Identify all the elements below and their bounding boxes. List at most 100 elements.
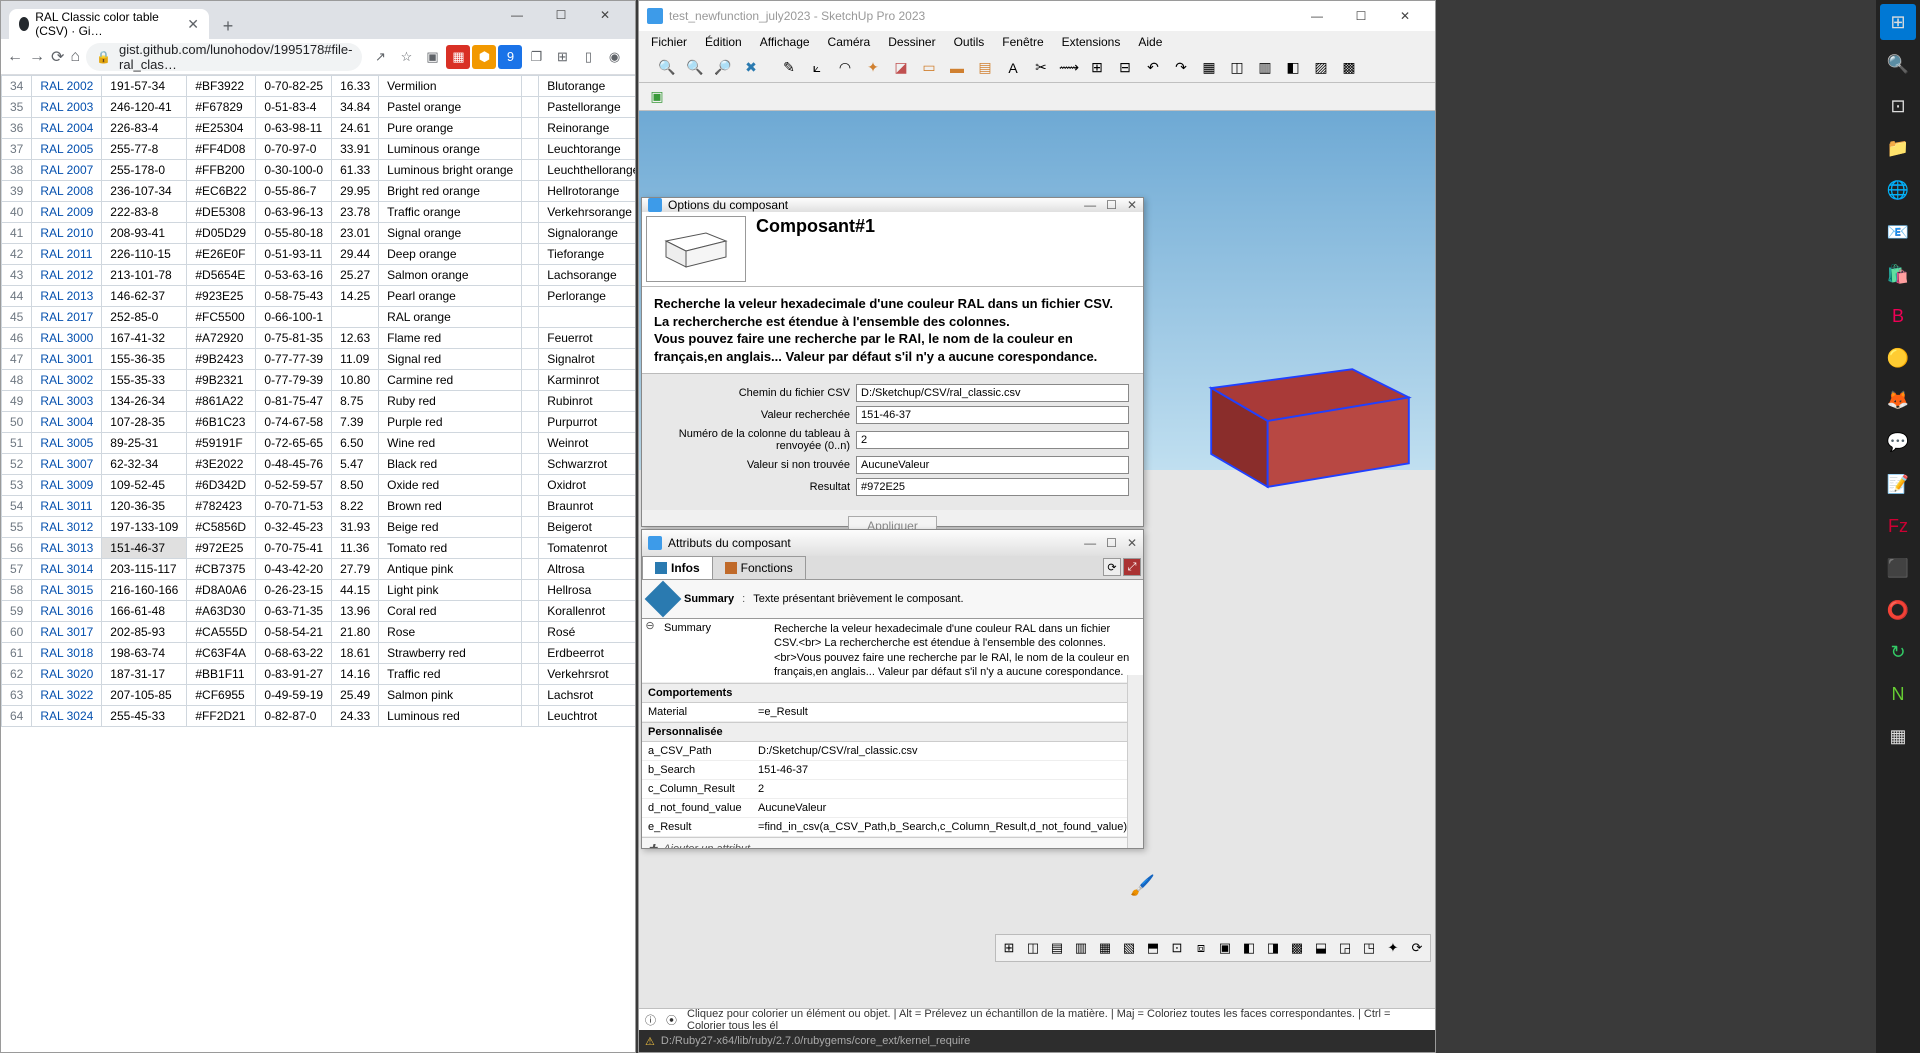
- new-tab-button[interactable]: +: [215, 13, 241, 39]
- minimize-button[interactable]: —: [495, 1, 539, 29]
- ext-red-icon[interactable]: ▦: [446, 45, 470, 69]
- attr-scrollbar[interactable]: [1127, 675, 1143, 848]
- box2-icon[interactable]: ▬: [945, 56, 969, 80]
- tray-icon[interactable]: ◨: [1262, 937, 1284, 959]
- forward-button[interactable]: →: [29, 44, 45, 70]
- profile-icon[interactable]: ◉: [602, 45, 626, 69]
- tool10-icon[interactable]: ▩: [1337, 56, 1361, 80]
- discord-icon[interactable]: 💬: [1880, 424, 1916, 460]
- path-input[interactable]: [856, 384, 1129, 402]
- panel-titlebar[interactable]: Options du composant — ☐ ✕: [642, 198, 1143, 212]
- attr-val-result[interactable]: =find_in_csv(a_CSV_Path,b_Search,c_Colum…: [752, 818, 1143, 836]
- back-button[interactable]: ←: [7, 44, 23, 70]
- tray-icon[interactable]: ◲: [1334, 937, 1356, 959]
- zoom-extents-icon[interactable]: 🔍: [655, 56, 679, 80]
- close-tab-icon[interactable]: ✕: [187, 16, 199, 33]
- minimize-icon[interactable]: —: [1084, 198, 1096, 212]
- notepad-icon[interactable]: N: [1880, 676, 1916, 712]
- undo-icon[interactable]: ↶: [1141, 56, 1165, 80]
- tray-icon[interactable]: ◳: [1358, 937, 1380, 959]
- menu-item[interactable]: Extensions: [1054, 33, 1129, 51]
- ext-box-icon[interactable]: ▯: [576, 45, 600, 69]
- pencil-icon[interactable]: ✎: [777, 56, 801, 80]
- notfound-input[interactable]: [856, 456, 1129, 474]
- share-icon[interactable]: ↗: [368, 45, 392, 69]
- tray-icon[interactable]: ▥: [1070, 937, 1092, 959]
- attr-val-notfound[interactable]: AucuneValeur▤: [752, 799, 1143, 817]
- minimize-icon[interactable]: —: [1084, 536, 1096, 550]
- maximize-icon[interactable]: ☐: [1106, 198, 1117, 212]
- protractor-icon[interactable]: ◠: [833, 56, 857, 80]
- close-button[interactable]: ✕: [583, 1, 627, 29]
- sketchup-viewport[interactable]: 🖌️ Options du composant — ☐ ✕ Composant#…: [639, 111, 1435, 1008]
- redo-icon[interactable]: ↷: [1169, 56, 1193, 80]
- axes-icon[interactable]: ✦: [861, 56, 885, 80]
- expand-icon[interactable]: ⤢: [1123, 558, 1141, 576]
- tab-infos[interactable]: Infos: [642, 556, 713, 579]
- ext-copy-icon[interactable]: ❐: [524, 45, 548, 69]
- ext-orange-icon[interactable]: ⬢: [472, 45, 496, 69]
- box3-icon[interactable]: ▤: [973, 56, 997, 80]
- menu-item[interactable]: Outils: [946, 33, 993, 51]
- star-icon[interactable]: ☆: [394, 45, 418, 69]
- reload-button[interactable]: ⟳: [51, 44, 64, 70]
- tray-icon[interactable]: ⊡: [1166, 937, 1188, 959]
- ext-blue-icon[interactable]: 9: [498, 45, 522, 69]
- minimize-button[interactable]: —: [1295, 2, 1339, 30]
- tray-icon[interactable]: ▣: [1214, 937, 1236, 959]
- edge-icon[interactable]: 🌐: [1880, 172, 1916, 208]
- result-input[interactable]: [856, 478, 1129, 496]
- close-button[interactable]: ✕: [1383, 2, 1427, 30]
- tray-icon[interactable]: ◧: [1238, 937, 1260, 959]
- tray-icon[interactable]: ▦: [1094, 937, 1116, 959]
- tool1-icon[interactable]: ✂: [1029, 56, 1053, 80]
- col-input[interactable]: [856, 431, 1129, 449]
- menu-item[interactable]: Affichage: [752, 33, 818, 51]
- maximize-button[interactable]: ☐: [1339, 2, 1383, 30]
- app-icon[interactable]: ⬛: [1880, 550, 1916, 586]
- attr-val-col[interactable]: 2▤: [752, 780, 1143, 798]
- box-icon[interactable]: ▭: [917, 56, 941, 80]
- attr-val-summary[interactable]: Recherche la veleur hexadecimale d'une c…: [768, 619, 1143, 682]
- collapse-icon[interactable]: ⊖: [642, 619, 658, 632]
- tool4-icon[interactable]: ⊟: [1113, 56, 1137, 80]
- mail-icon[interactable]: 📧: [1880, 214, 1916, 250]
- zoom-window-icon[interactable]: 🔍: [683, 56, 707, 80]
- taskview-icon[interactable]: ⊡: [1880, 88, 1916, 124]
- store-icon[interactable]: 🛍️: [1880, 256, 1916, 292]
- firefox-icon[interactable]: 🦊: [1880, 382, 1916, 418]
- hide-icon[interactable]: ✖: [739, 56, 763, 80]
- attr-val-search[interactable]: 151-46-37▤: [752, 761, 1143, 779]
- app-icon[interactable]: 📝: [1880, 466, 1916, 502]
- close-icon[interactable]: ✕: [1127, 198, 1137, 212]
- tray-icon[interactable]: ⬒: [1142, 937, 1164, 959]
- add-attribute-row[interactable]: ✚Ajouter un attribut: [642, 837, 1143, 848]
- chrome-icon[interactable]: 🟡: [1880, 340, 1916, 376]
- home-button[interactable]: ⌂: [70, 44, 80, 70]
- tool2-icon[interactable]: ⟿: [1057, 56, 1081, 80]
- tray-icon[interactable]: ◫: [1022, 937, 1044, 959]
- search-icon[interactable]: 🔍: [1880, 46, 1916, 82]
- tool9-icon[interactable]: ▨: [1309, 56, 1333, 80]
- attr-val-csvpath[interactable]: D:/Sketchup/CSV/ral_classic.csv▤: [752, 742, 1143, 760]
- tray-icon[interactable]: ✦: [1382, 937, 1404, 959]
- menu-item[interactable]: Fichier: [643, 33, 695, 51]
- tool3-icon[interactable]: ⊞: [1085, 56, 1109, 80]
- tool7-icon[interactable]: ▥: [1253, 56, 1277, 80]
- panel-titlebar[interactable]: Attributs du composant — ☐ ✕: [642, 530, 1143, 556]
- tray-icon[interactable]: ⊞: [998, 937, 1020, 959]
- menu-item[interactable]: Dessiner: [880, 33, 943, 51]
- app-icon[interactable]: ↻: [1880, 634, 1916, 670]
- menu-item[interactable]: Aide: [1130, 33, 1170, 51]
- tray-icon[interactable]: ▤: [1046, 937, 1068, 959]
- tab-functions[interactable]: Fonctions: [712, 556, 806, 579]
- 3dtext-icon[interactable]: A: [1001, 56, 1025, 80]
- model-box[interactable]: [1195, 341, 1425, 501]
- address-bar[interactable]: 🔒 gist.github.com/lunohodov/1995178#file…: [86, 43, 362, 71]
- target-icon[interactable]: ⦿: [666, 1012, 677, 1028]
- explorer-icon[interactable]: 📁: [1880, 130, 1916, 166]
- search-input[interactable]: [856, 406, 1129, 424]
- eraser-icon[interactable]: ◪: [889, 56, 913, 80]
- tray-icon[interactable]: ▩: [1286, 937, 1308, 959]
- refresh-icon[interactable]: ⟳: [1103, 558, 1121, 576]
